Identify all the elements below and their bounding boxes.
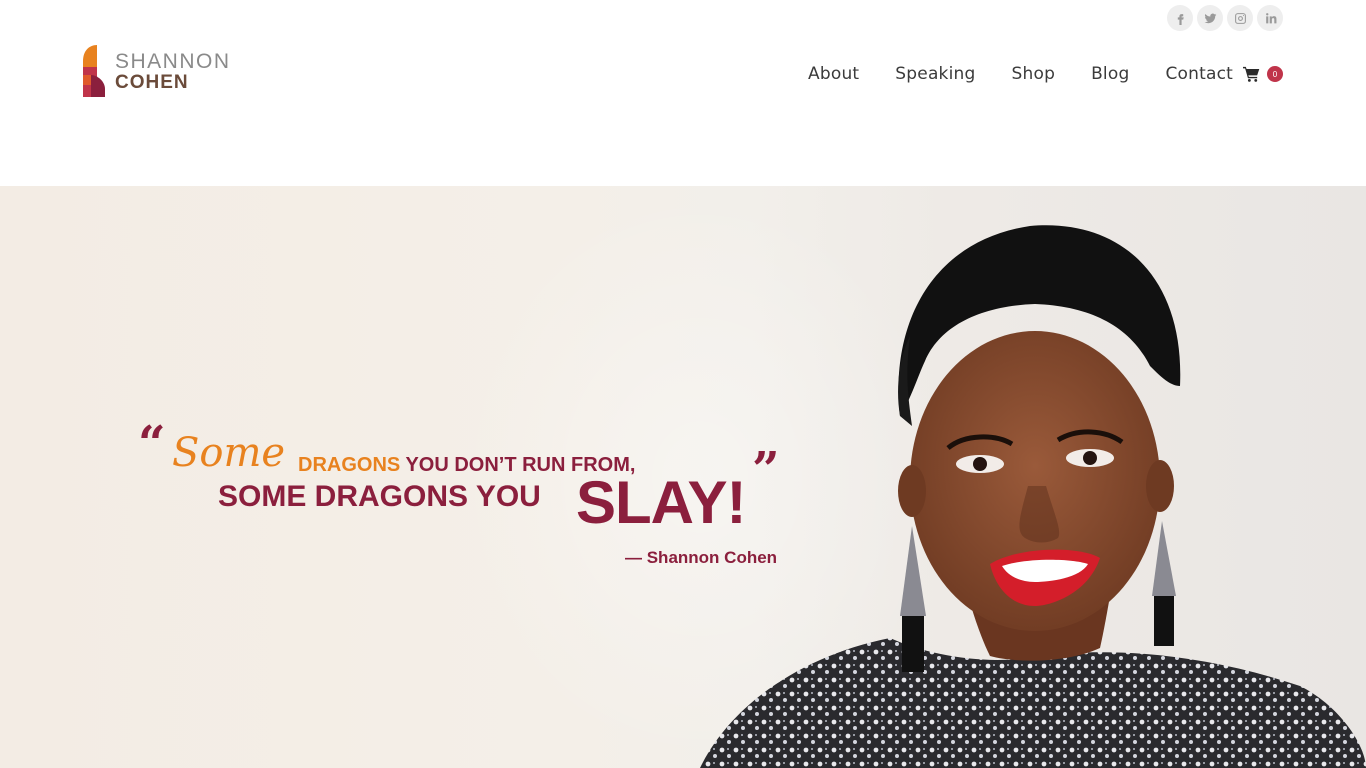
linkedin-icon[interactable] bbox=[1257, 5, 1283, 31]
portrait-photo bbox=[700, 225, 1366, 768]
open-quote-mark: “ bbox=[138, 416, 166, 472]
nav-item-shop[interactable]: Shop bbox=[1012, 64, 1056, 84]
logo-wordmark: SHANNON COHEN bbox=[115, 51, 231, 92]
cart-icon bbox=[1243, 66, 1260, 82]
site-header: SHANNON COHEN About Speaking Shop Blog C… bbox=[0, 0, 1366, 186]
nav-item-contact[interactable]: Contact bbox=[1165, 64, 1233, 84]
hero-banner: “ Some DRAGONS YOU DON’T RUN FROM, SOME … bbox=[0, 186, 1366, 768]
logo-mark-icon bbox=[83, 45, 105, 97]
twitter-icon[interactable] bbox=[1197, 5, 1223, 31]
nav-item-blog[interactable]: Blog bbox=[1091, 64, 1129, 84]
instagram-icon[interactable] bbox=[1227, 5, 1253, 31]
quote-some-script: Some bbox=[172, 430, 286, 476]
cart-count-badge: 0 bbox=[1267, 66, 1283, 82]
quote-line-2: SOME DRAGONS YOU bbox=[218, 480, 541, 513]
nav-item-about[interactable]: About bbox=[808, 64, 859, 84]
logo-line-1: SHANNON bbox=[115, 49, 231, 73]
site-logo[interactable]: SHANNON COHEN bbox=[83, 45, 231, 97]
quote-dragons-orange: DRAGONS bbox=[298, 454, 401, 476]
nav-item-speaking[interactable]: Speaking bbox=[895, 64, 975, 84]
social-links bbox=[1167, 5, 1283, 31]
cart-button[interactable]: 0 bbox=[1243, 66, 1283, 82]
logo-line-2: COHEN bbox=[115, 71, 189, 93]
facebook-icon[interactable] bbox=[1167, 5, 1193, 31]
main-nav: About Speaking Shop Blog Contact 0 bbox=[772, 64, 1283, 84]
